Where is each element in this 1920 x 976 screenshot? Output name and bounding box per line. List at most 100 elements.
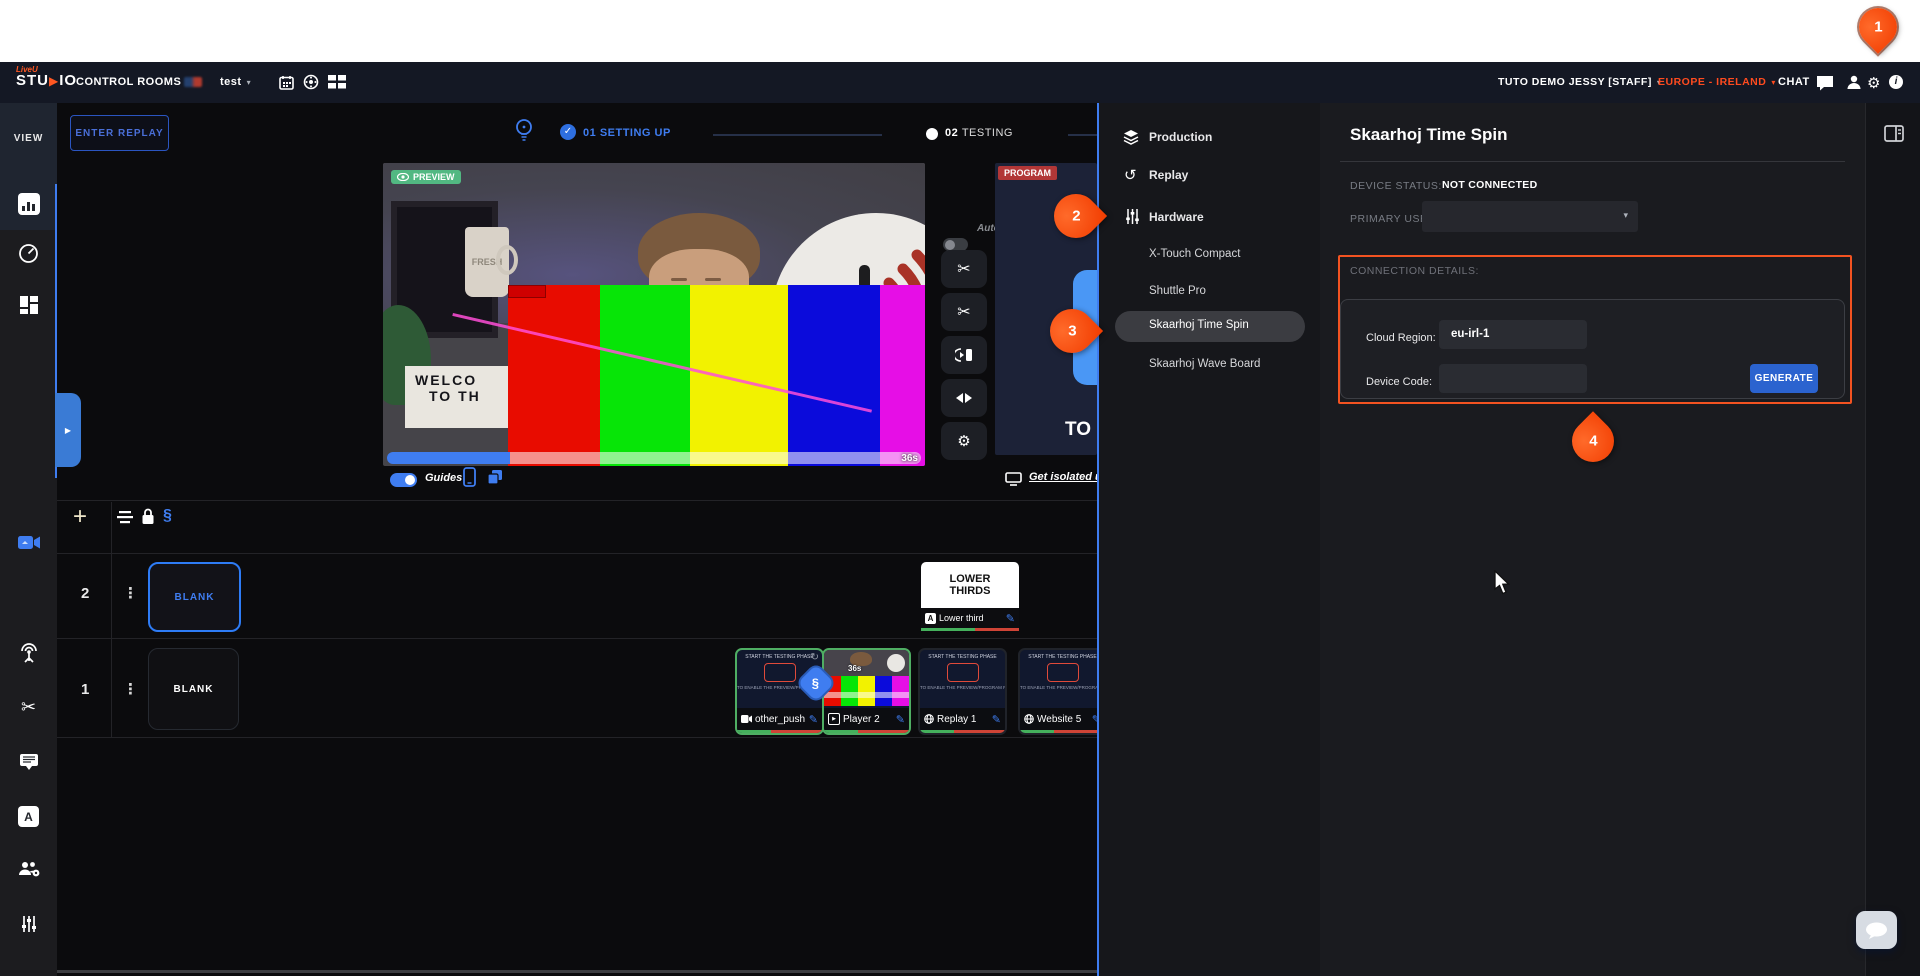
stats-icon[interactable] [0,193,57,215]
lock-icon[interactable] [141,508,155,525]
teleprompter-icon[interactable] [0,753,57,771]
broadcast-antenna-icon[interactable] [0,643,57,663]
duration-label: 36s [848,664,861,673]
menu-item-production[interactable]: Production [1149,130,1212,144]
slide-transition-button[interactable] [941,336,987,374]
mobile-preview-icon[interactable] [463,467,476,487]
gear-icon[interactable]: ⚙ [1867,74,1880,92]
room-select[interactable]: test▾ [220,62,251,103]
annotation-marker-1: 1 [1851,0,1905,54]
users-settings-icon[interactable] [0,860,57,878]
hardware-sliders-icon [1125,209,1140,224]
video-thumb: 36s [824,650,909,706]
layer-menu-kebab[interactable]: ⋮ [123,584,138,602]
edit-pencil-icon[interactable]: ✎ [809,713,818,726]
side-panel-icon[interactable] [1884,125,1904,142]
add-layer-button[interactable]: + [73,503,87,531]
step2-dot-icon [926,128,938,140]
blank-source-layer1[interactable]: BLANK [148,648,239,730]
mug-handle [496,245,518,275]
chat-bubble-icon [1865,922,1888,939]
refresh-icon[interactable]: ↻ [811,652,819,663]
media-card-player2[interactable]: 36s ▶ Player 2 ✎ [822,648,911,735]
step-connector [1068,134,1097,136]
gauge-icon[interactable] [0,243,57,264]
divider [57,500,1097,501]
layer-menu-kebab[interactable]: ⋮ [123,680,138,698]
replay-icon: ↺ [1124,166,1137,184]
settings-sliders-icon[interactable] [0,915,57,933]
graphics-icon[interactable]: A [0,806,57,827]
left-sidebar: VIEW ✂ A [0,103,57,976]
lightbulb-icon[interactable] [512,117,536,145]
menu-item-replay[interactable]: Replay [1149,168,1188,182]
scissors-icon[interactable]: ✂ [0,697,57,718]
connection-details-label: CONNECTION DETAILS: [1350,265,1479,277]
device-status-value: NOT CONNECTED [1442,179,1537,191]
enter-replay-button[interactable]: ENTER REPLAY [70,115,169,151]
device-code-label: Device Code: [1366,376,1432,388]
user-menu[interactable]: TUTO DEMO JESSY [STAFF]▾ [1498,62,1661,103]
get-isolated-url-link[interactable]: Get isolated url [1029,471,1099,483]
cloud-region-input[interactable]: eu-irl-1 [1439,320,1587,349]
connection-details-box: Cloud Region: eu-irl-1 Device Code: GENE… [1340,299,1845,399]
generate-button[interactable]: GENERATE [1750,364,1818,393]
wipe-transition-button[interactable] [941,379,987,417]
control-rooms-link[interactable]: CONTROL ROOMS [76,62,181,103]
edit-pencil-icon[interactable]: ✎ [1092,713,1099,726]
cut-transition-button-2[interactable]: ✂ [941,293,987,331]
support-chat-fab[interactable] [1856,911,1897,949]
align-center-icon[interactable] [117,511,133,524]
right-toolbar-strip [1865,103,1920,976]
info-icon[interactable]: i [1889,75,1903,89]
dashboard-icon[interactable] [0,295,57,315]
production-layers-icon [1123,129,1139,145]
monitor-icon [1005,472,1022,486]
frame-placeholder [1047,663,1079,682]
edit-pencil-icon[interactable]: ✎ [1006,612,1015,625]
program-text: TO [1065,419,1091,441]
preview-progress-bar[interactable]: 36s [387,452,921,464]
person-eye [705,278,721,281]
globe-icon [1024,714,1034,724]
menu-item-xtouch-compact[interactable]: X-Touch Compact [1149,248,1240,260]
link-layers-icon[interactable]: § [163,507,172,525]
expand-panel-tab[interactable]: ▶ [55,393,81,467]
menu-item-shuttle-pro[interactable]: Shuttle Pro [1149,285,1206,297]
edit-pencil-icon[interactable]: ✎ [896,713,905,726]
frame-placeholder [764,663,796,682]
menu-item-skaarhoj-wave-board[interactable]: Skaarhoj Wave Board [1149,358,1260,370]
lower-thirds-thumb: LOWERTHIRDS [921,562,1019,608]
divider [57,737,1097,738]
edit-pencil-icon[interactable]: ✎ [992,713,1001,726]
transition-settings-button[interactable]: ⚙ [941,422,987,460]
chat-bubble-icon[interactable] [1816,75,1834,91]
control-room-mode-icon[interactable] [303,74,319,90]
layout-grid-icon[interactable] [328,75,346,89]
device-code-input[interactable] [1439,364,1587,393]
graphics-a-icon: A [925,613,936,624]
logo-studio: STU▶IO [16,74,77,88]
preview-badge: PREVIEW [391,170,461,184]
media-card-website5[interactable]: START THE TESTING PHASE TO ENABLE THE PR… [1018,648,1099,735]
chat-label[interactable]: CHAT [1778,62,1810,103]
guides-toggle[interactable] [390,473,417,487]
media-card-replay1[interactable]: START THE TESTING PHASE TO ENABLE THE PR… [918,648,1007,735]
menu-item-skaarhoj-time-spin[interactable]: Skaarhoj Time Spin [1149,319,1249,331]
progress-fill [387,452,510,464]
mug-sign: FRESH [465,227,509,297]
user-icon[interactable] [1846,74,1862,90]
device-status-label: DEVICE STATUS: [1350,180,1442,192]
copy-layout-icon[interactable] [487,469,503,485]
gear-icon: ⚙ [957,432,970,450]
video-camera-icon[interactable] [0,535,57,550]
menu-item-hardware[interactable]: Hardware [1149,210,1204,224]
step1-label: 01 SETTING UP [583,127,671,139]
calendar-icon[interactable] [279,75,294,90]
cut-transition-button[interactable]: ✂ [941,250,987,288]
horizontal-scrollbar[interactable] [57,970,1097,973]
lower-thirds-item[interactable]: LOWERTHIRDS A Lower third ✎ [921,562,1019,634]
region-select[interactable]: EUROPE - IRELAND▾ [1658,62,1776,103]
primary-user-select[interactable]: ▾ [1422,201,1638,232]
blank-source-layer2[interactable]: BLANK [148,562,241,632]
